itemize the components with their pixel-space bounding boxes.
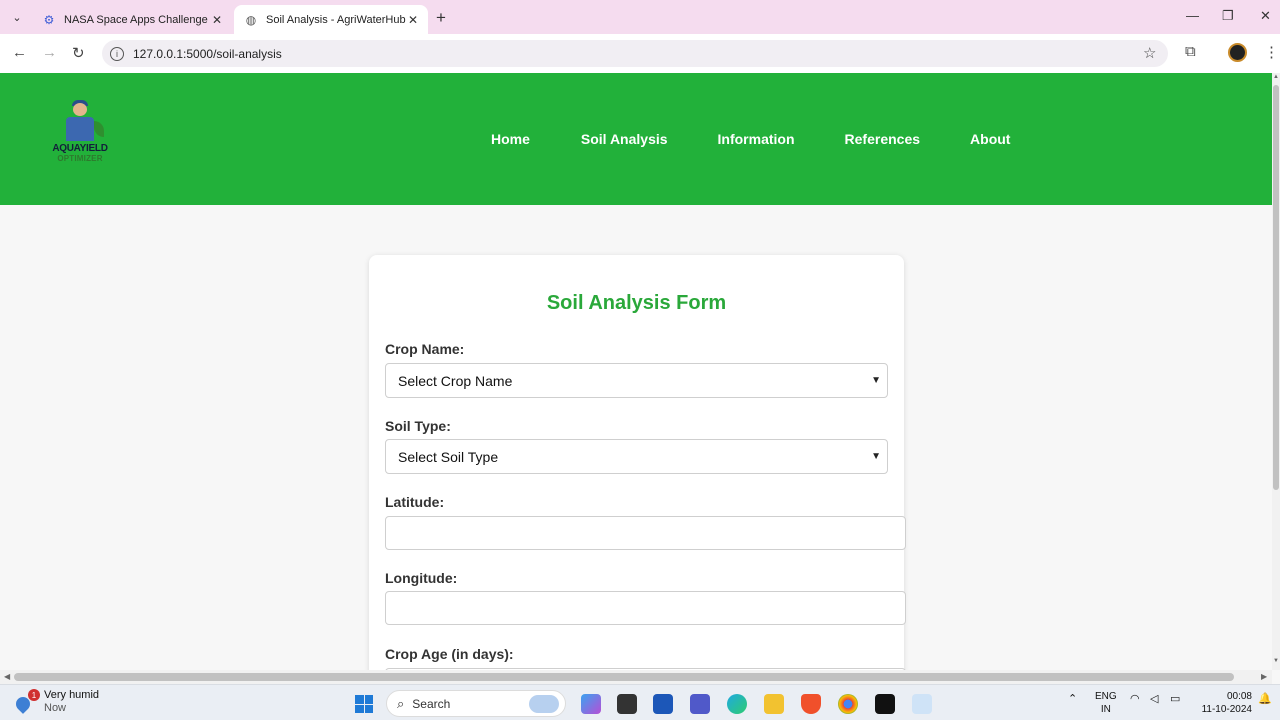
windows-taskbar: 1 Very humid Now ⌕ Search ⌃ ENG IN ◠ ◁ ▭… [0,684,1280,720]
minimize-icon[interactable]: — [1186,8,1199,23]
tab-title: Soil Analysis - AgriWaterHub [266,13,406,26]
store-icon[interactable] [653,694,673,714]
crop-name-select[interactable]: Select Crop Name ▼ [385,363,888,398]
nav-information[interactable]: Information [718,131,795,147]
tab-title: NASA Space Apps Challenge [64,13,208,26]
brave-icon[interactable] [801,694,821,714]
browser-tab-bar: ⌄ ⚙ NASA Space Apps Challenge ✕ ◍ Soil A… [0,0,1280,34]
system-clock[interactable]: 00:08 11-10-2024 [1196,690,1252,716]
bookmark-star-icon[interactable]: ☆ [1143,44,1156,62]
remote-desktop-icon[interactable] [912,694,932,714]
address-bar[interactable]: i 127.0.0.1:5000/soil-analysis [102,40,1168,67]
scroll-left-icon[interactable]: ◀ [4,672,10,681]
profile-avatar[interactable] [1228,43,1247,62]
file-explorer-icon[interactable] [764,694,784,714]
soil-analysis-form: Soil Analysis Form Crop Name: Select Cro… [369,255,906,670]
new-tab-plus-icon[interactable]: + [436,8,446,28]
scroll-down-icon[interactable]: ▼ [1273,658,1279,664]
taskbar-search[interactable]: ⌕ Search [386,690,566,717]
notification-badge: 1 [28,689,40,701]
tab-nasa-space-apps[interactable]: ⚙ NASA Space Apps Challenge ✕ [32,5,232,34]
volume-icon[interactable]: ◁ [1150,692,1158,705]
nasa-favicon-icon: ⚙ [43,12,55,27]
scroll-up-icon[interactable]: ▲ [1273,74,1279,80]
restore-icon[interactable]: ❐ [1222,8,1234,24]
windows-start-icon[interactable] [355,695,373,713]
weather-icon: 1 [13,689,40,714]
site-header: AQUAYIELD OPTIMIZER Home Soil Analysis I… [0,73,1272,205]
farmer-head-shape [73,103,87,116]
vertical-scrollbar[interactable]: ▲ ▼ [1272,73,1280,670]
soil-type-selected: Select Soil Type [398,448,499,465]
language-indicator[interactable]: ENG IN [1095,690,1117,716]
url-text: 127.0.0.1:5000/soil-analysis [133,46,282,61]
tab-close-icon[interactable]: ✕ [408,13,418,27]
main-nav: Home Soil Analysis Information Reference… [491,131,1010,147]
longitude-label: Longitude: [385,570,458,586]
page-viewport: AQUAYIELD OPTIMIZER Home Soil Analysis I… [0,73,1272,670]
tab-search-chevron-icon[interactable]: ⌄ [6,7,28,27]
globe-icon: ◍ [245,12,257,27]
search-highlight-icon [529,695,559,713]
clock-time: 00:08 [1226,691,1252,702]
chrome-icon[interactable] [838,694,858,714]
chevron-down-icon: ▼ [871,375,881,386]
notification-bell-icon[interactable]: 🔔 [1258,692,1272,705]
teams-icon[interactable] [690,694,710,714]
logo-text-line1: AQUAYIELD [52,143,108,154]
tab-close-icon[interactable]: ✕ [212,13,222,27]
chevron-down-icon: ▼ [871,451,881,462]
capcut-icon[interactable] [875,694,895,714]
window-close-icon[interactable]: ✕ [1260,8,1271,24]
farmer-body-shape [66,117,94,141]
extensions-icon[interactable]: ⧉ [1185,43,1196,60]
form-title: Soil Analysis Form [546,292,727,314]
weather-title: Very humid [44,689,100,701]
menu-kebab-icon[interactable]: ⋮ [1264,43,1279,61]
latitude-label: Latitude: [385,494,445,510]
site-info-icon[interactable]: i [110,46,124,61]
battery-icon[interactable]: ▭ [1170,692,1180,705]
longitude-input[interactable] [385,591,906,625]
soil-type-select[interactable]: Select Soil Type ▼ [385,439,888,474]
clock-date: 11-10-2024 [1201,704,1252,715]
nav-soil-analysis[interactable]: Soil Analysis [581,131,668,147]
nav-about[interactable]: About [970,131,1010,147]
weather-subtitle: Now [44,702,67,714]
soil-type-label: Soil Type: [385,418,451,434]
nav-home[interactable]: Home [491,131,530,147]
nav-references[interactable]: References [845,131,921,147]
site-logo[interactable]: AQUAYIELD OPTIMIZER [48,99,112,165]
app-black-square-icon[interactable] [617,694,637,714]
browser-toolbar: ← → ↻ i 127.0.0.1:5000/soil-analysis ☆ ⧉… [0,34,1280,73]
crop-name-selected: Select Crop Name [398,372,513,389]
wifi-icon[interactable]: ◠ [1130,692,1140,705]
reload-icon[interactable]: ↻ [72,44,85,62]
back-arrow-icon[interactable]: ← [12,44,27,61]
crop-age-label: Crop Age (in days): [385,646,514,662]
horizontal-scrollbar[interactable]: ◀ ▶ [0,670,1272,684]
logo-text-line2: OPTIMIZER [57,154,103,163]
leaf-icon [94,121,104,137]
search-icon: ⌕ [397,695,405,711]
weather-widget[interactable]: 1 Very humid Now [13,689,100,715]
scroll-right-icon[interactable]: ▶ [1261,672,1267,681]
copilot-icon[interactable] [581,694,601,714]
vertical-scroll-thumb[interactable] [1273,85,1279,490]
tab-soil-analysis[interactable]: ◍ Soil Analysis - AgriWaterHub ✕ [234,5,428,34]
latitude-input[interactable] [385,516,906,550]
tray-chevron-up-icon[interactable]: ⌃ [1068,692,1077,705]
forward-arrow-icon[interactable]: → [42,44,57,61]
edge-icon[interactable] [727,694,747,714]
search-placeholder: Search [412,696,451,711]
horizontal-scroll-thumb[interactable] [14,673,1234,681]
crop-name-label: Crop Name: [385,341,465,357]
